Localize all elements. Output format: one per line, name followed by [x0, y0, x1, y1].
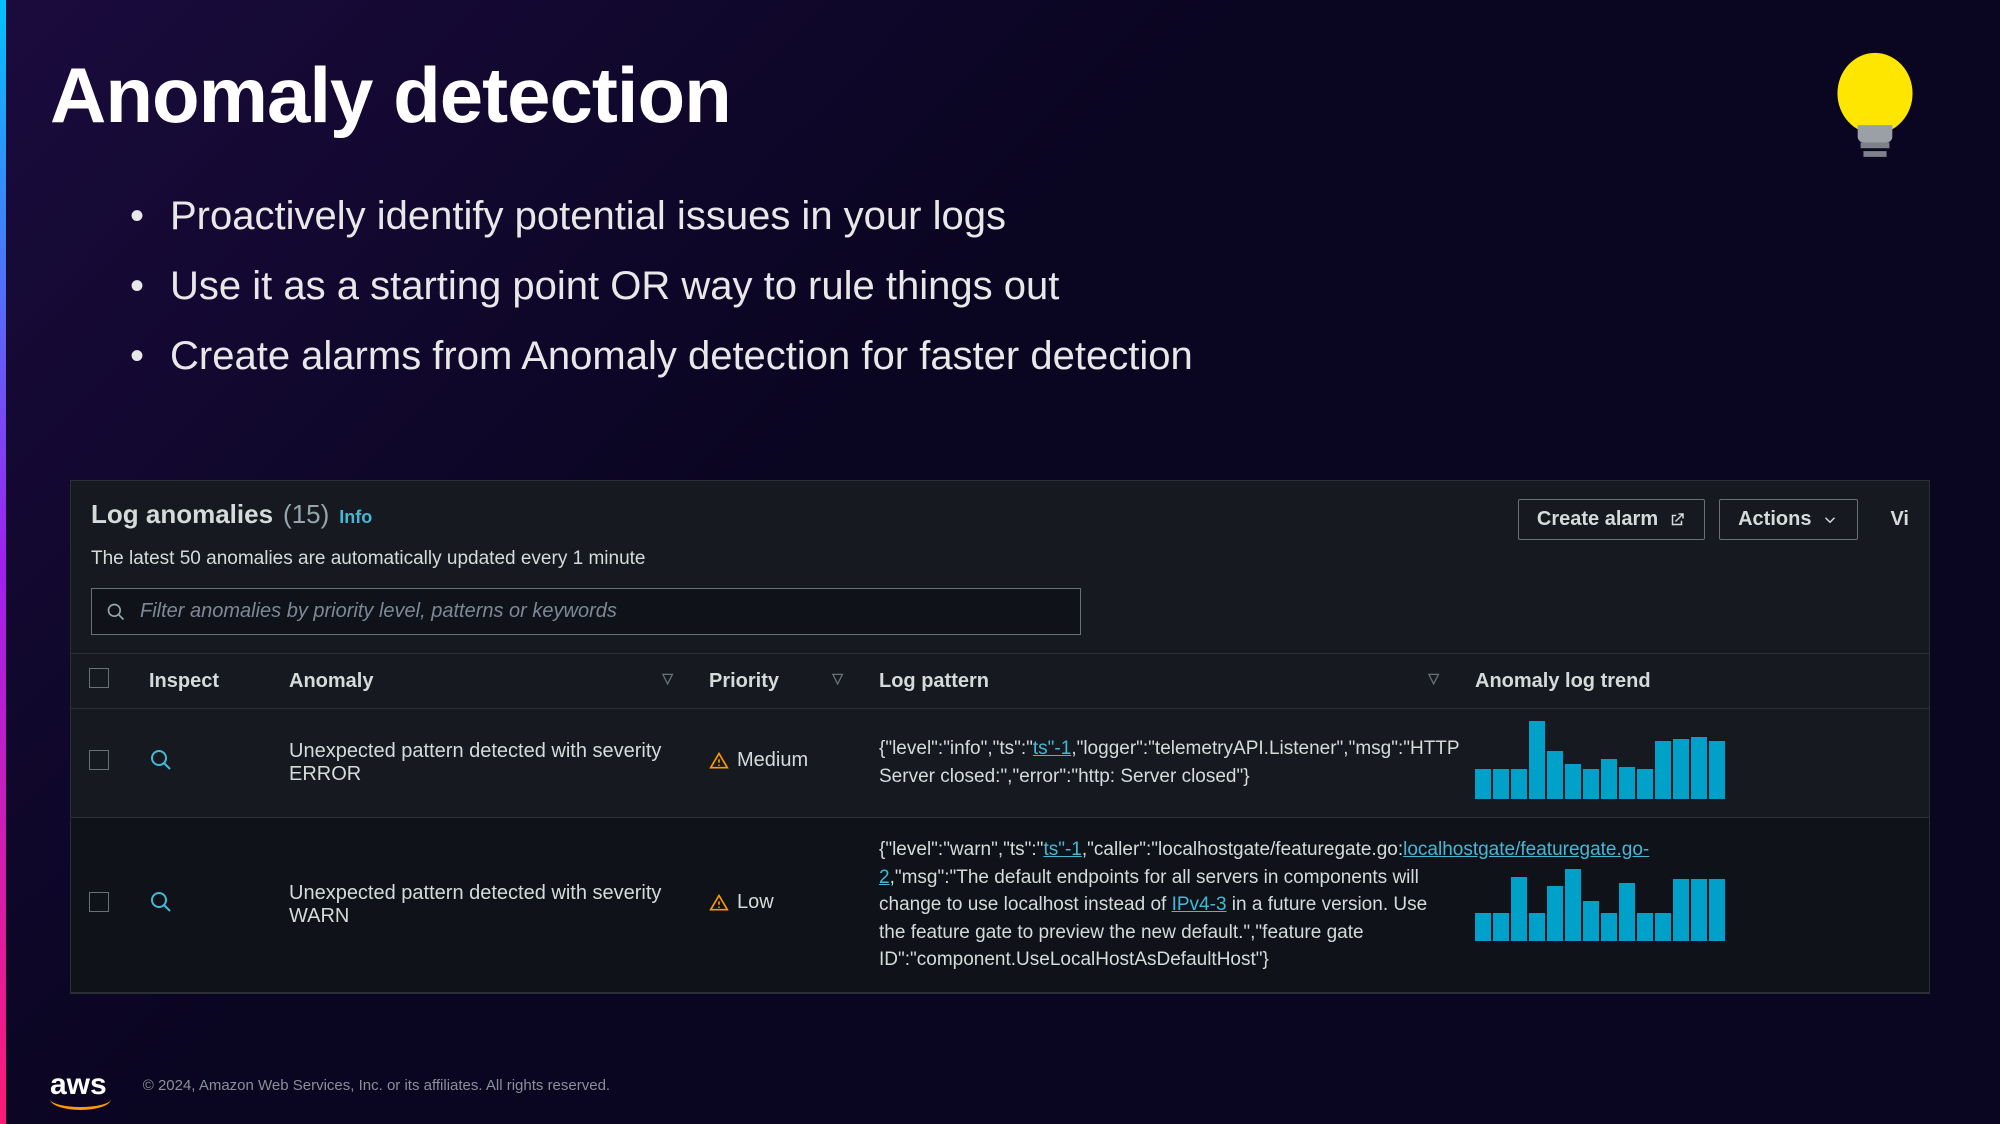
inspect-button[interactable] — [149, 755, 173, 777]
accent-edge — [0, 0, 6, 1124]
log-link[interactable]: IPv4-3 — [1172, 894, 1227, 915]
bullet-list: Proactively identify potential issues in… — [130, 181, 1950, 391]
anomaly-cell: Unexpected pattern detected with severit… — [271, 818, 691, 993]
col-log-pattern[interactable]: Log pattern▽ — [861, 654, 1457, 709]
view-button[interactable]: Vi — [1872, 500, 1909, 539]
sort-icon: ▽ — [662, 670, 673, 687]
col-inspect[interactable]: Inspect — [131, 654, 271, 709]
table-row: Unexpected pattern detected with severit… — [71, 709, 1929, 818]
warning-icon — [709, 751, 729, 771]
button-label: Create alarm — [1537, 508, 1658, 531]
lightbulb-icon — [1830, 50, 1920, 180]
copyright: © 2024, Amazon Web Services, Inc. or its… — [143, 1077, 610, 1094]
log-pattern: {"level":"warn","ts":"ts"-1,"caller":"lo… — [879, 836, 1439, 974]
bullet-item: Proactively identify potential issues in… — [130, 181, 1950, 251]
create-alarm-button[interactable]: Create alarm — [1518, 499, 1705, 540]
panel-count: (15) — [283, 499, 329, 530]
button-label: Actions — [1738, 508, 1811, 531]
col-anomaly[interactable]: Anomaly▽ — [271, 654, 691, 709]
log-anomalies-panel: Log anomalies (15) Info Create alarm Act… — [70, 480, 1930, 994]
search-icon — [106, 602, 126, 622]
slide-title: Anomaly detection — [50, 50, 1950, 141]
table-row: Unexpected pattern detected with severit… — [71, 818, 1929, 993]
search-input-wrap[interactable] — [91, 588, 1081, 635]
panel-subtitle: The latest 50 anomalies are automaticall… — [71, 548, 1929, 588]
bullet-item: Use it as a starting point OR way to rul… — [130, 251, 1950, 321]
button-label: Vi — [1890, 508, 1909, 531]
chevron-down-icon — [1821, 511, 1839, 529]
sort-icon: ▽ — [832, 670, 843, 687]
col-trend[interactable]: Anomaly log trend — [1457, 654, 1929, 709]
actions-button[interactable]: Actions — [1719, 499, 1858, 540]
log-pattern: {"level":"info","ts":"ts"-1,"logger":"te… — [879, 735, 1439, 790]
col-priority[interactable]: Priority▽ — [691, 654, 861, 709]
priority-badge: Low — [709, 891, 774, 914]
external-link-icon — [1668, 511, 1686, 529]
anomalies-table: Inspect Anomaly▽ Priority▽ Log pattern▽ … — [71, 653, 1929, 993]
info-link[interactable]: Info — [339, 507, 372, 528]
aws-logo: aws — [50, 1068, 107, 1102]
log-link[interactable]: ts"-1 — [1043, 839, 1081, 860]
anomaly-cell: Unexpected pattern detected with severit… — [271, 709, 691, 818]
log-link[interactable]: ts"-1 — [1033, 738, 1071, 759]
row-checkbox[interactable] — [89, 892, 109, 912]
trend-sparkline — [1475, 869, 1911, 941]
row-checkbox[interactable] — [89, 750, 109, 770]
trend-sparkline — [1475, 727, 1911, 799]
sort-icon: ▽ — [1428, 670, 1439, 687]
panel-title: Log anomalies — [91, 499, 273, 530]
inspect-button[interactable] — [149, 897, 173, 919]
search-input[interactable] — [138, 599, 1066, 624]
bullet-item: Create alarms from Anomaly detection for… — [130, 321, 1950, 391]
select-all-checkbox[interactable] — [89, 668, 109, 688]
warning-icon — [709, 893, 729, 913]
priority-badge: Medium — [709, 749, 808, 772]
